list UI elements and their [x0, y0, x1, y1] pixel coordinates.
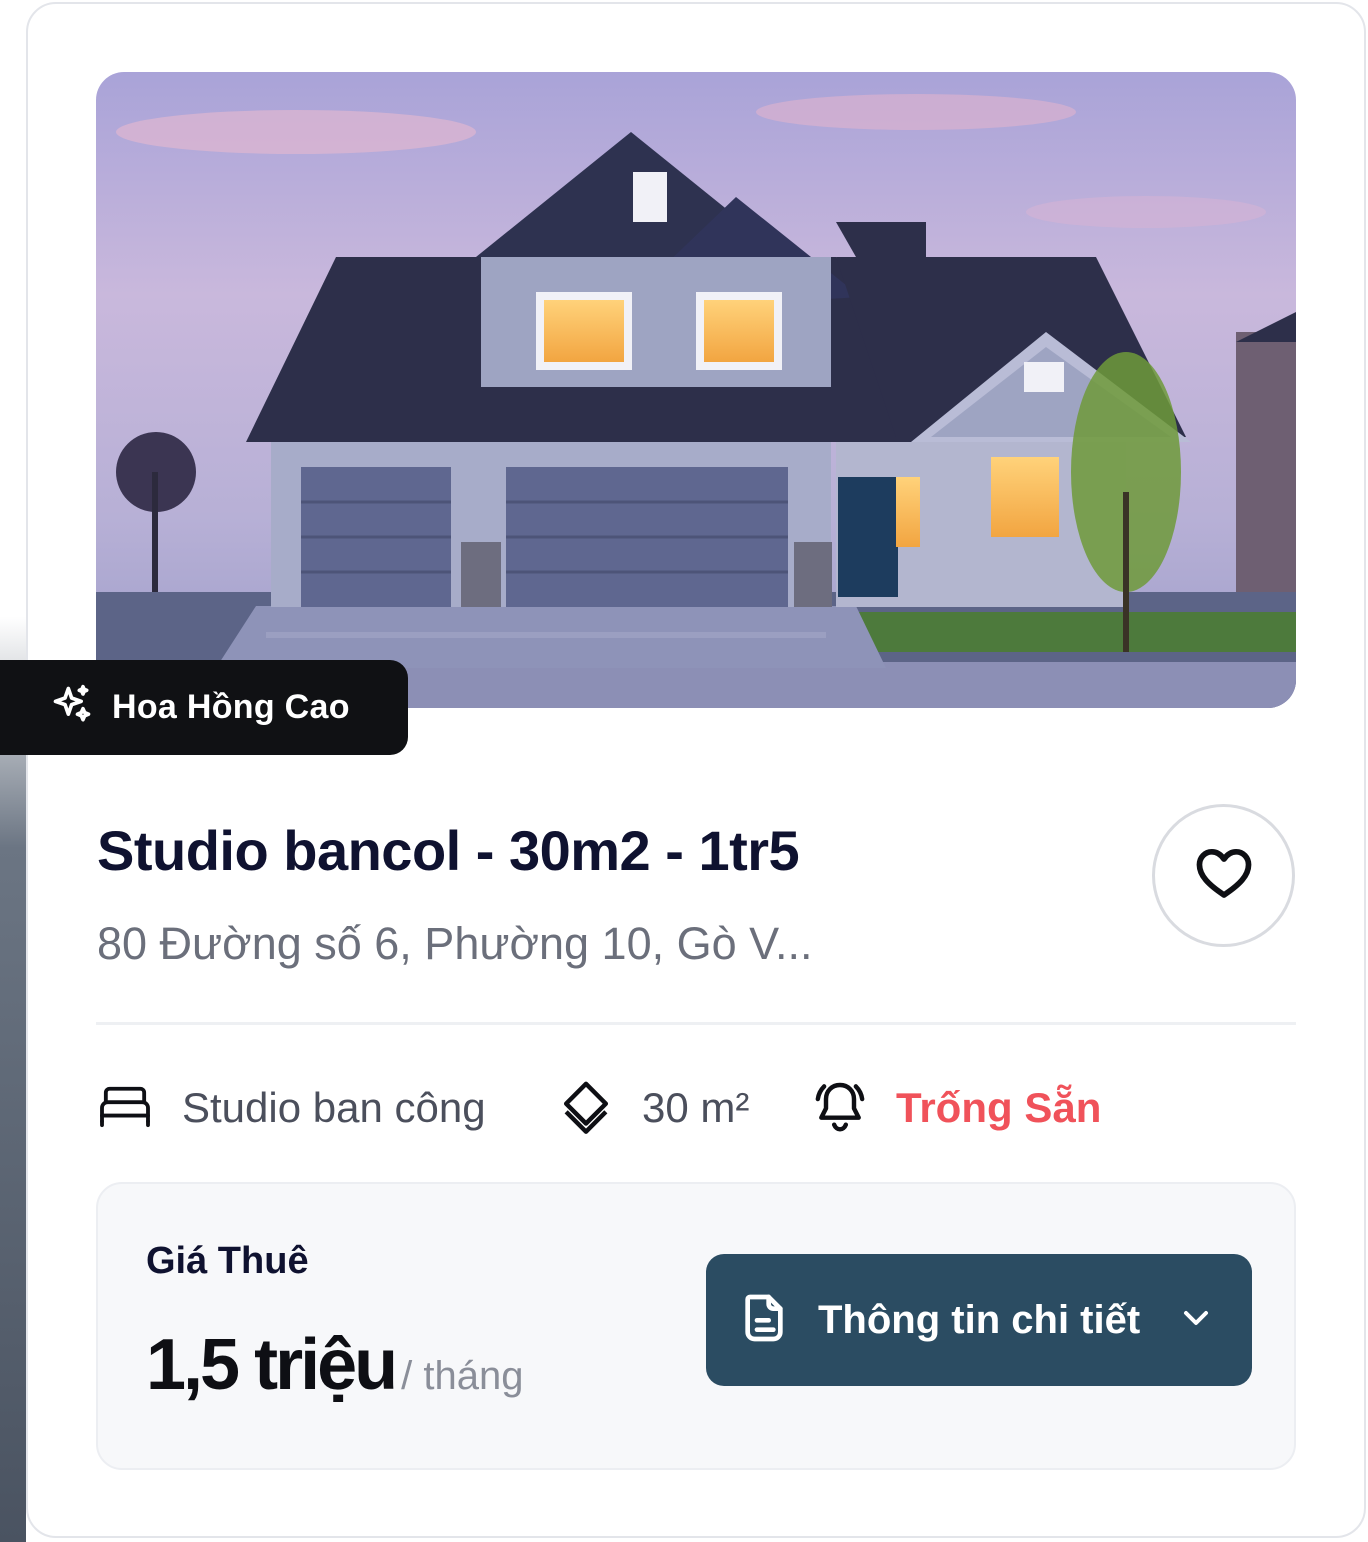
listing-title[interactable]: Studio bancol - 30m2 - 1tr5	[97, 818, 800, 883]
bed-icon	[96, 1083, 154, 1134]
high-commission-badge: Hoa Hồng Cao	[0, 660, 408, 755]
listing-address: 80 Đường số 6, Phường 10, Gò V...	[97, 918, 813, 969]
feature-availability: Trống Sẵn	[812, 1078, 1101, 1138]
bell-icon	[812, 1078, 868, 1139]
background-strip	[0, 0, 26, 1542]
price-panel: Giá Thuê 1,5 triệu / tháng Thông tin chi …	[96, 1182, 1296, 1470]
price-label: Giá Thuê	[146, 1240, 309, 1282]
price-unit: / tháng	[401, 1354, 524, 1398]
house-illustration	[96, 72, 1296, 708]
feature-area-label: 30 m²	[642, 1084, 750, 1131]
price-value: 1,5 triệu / tháng	[146, 1324, 523, 1406]
feature-room-type: Studio ban công	[96, 1078, 486, 1138]
favorite-button[interactable]	[1152, 804, 1295, 947]
document-icon	[736, 1290, 792, 1351]
detail-info-button[interactable]: Thông tin chi tiết	[706, 1254, 1252, 1386]
feature-room-type-label: Studio ban công	[182, 1084, 486, 1131]
heart-icon	[1193, 842, 1255, 909]
detail-info-label: Thông tin chi tiết	[818, 1297, 1141, 1342]
availability-status: Trống Sẵn	[896, 1084, 1102, 1131]
property-photo[interactable]	[96, 72, 1296, 708]
sparkles-icon	[50, 683, 94, 732]
price-amount: 1,5 triệu	[146, 1325, 398, 1405]
divider	[96, 1022, 1296, 1025]
area-icon	[558, 1078, 614, 1139]
feature-area: 30 m²	[558, 1078, 749, 1138]
badge-label: Hoa Hồng Cao	[112, 688, 350, 726]
chevron-down-icon	[1176, 1298, 1216, 1343]
